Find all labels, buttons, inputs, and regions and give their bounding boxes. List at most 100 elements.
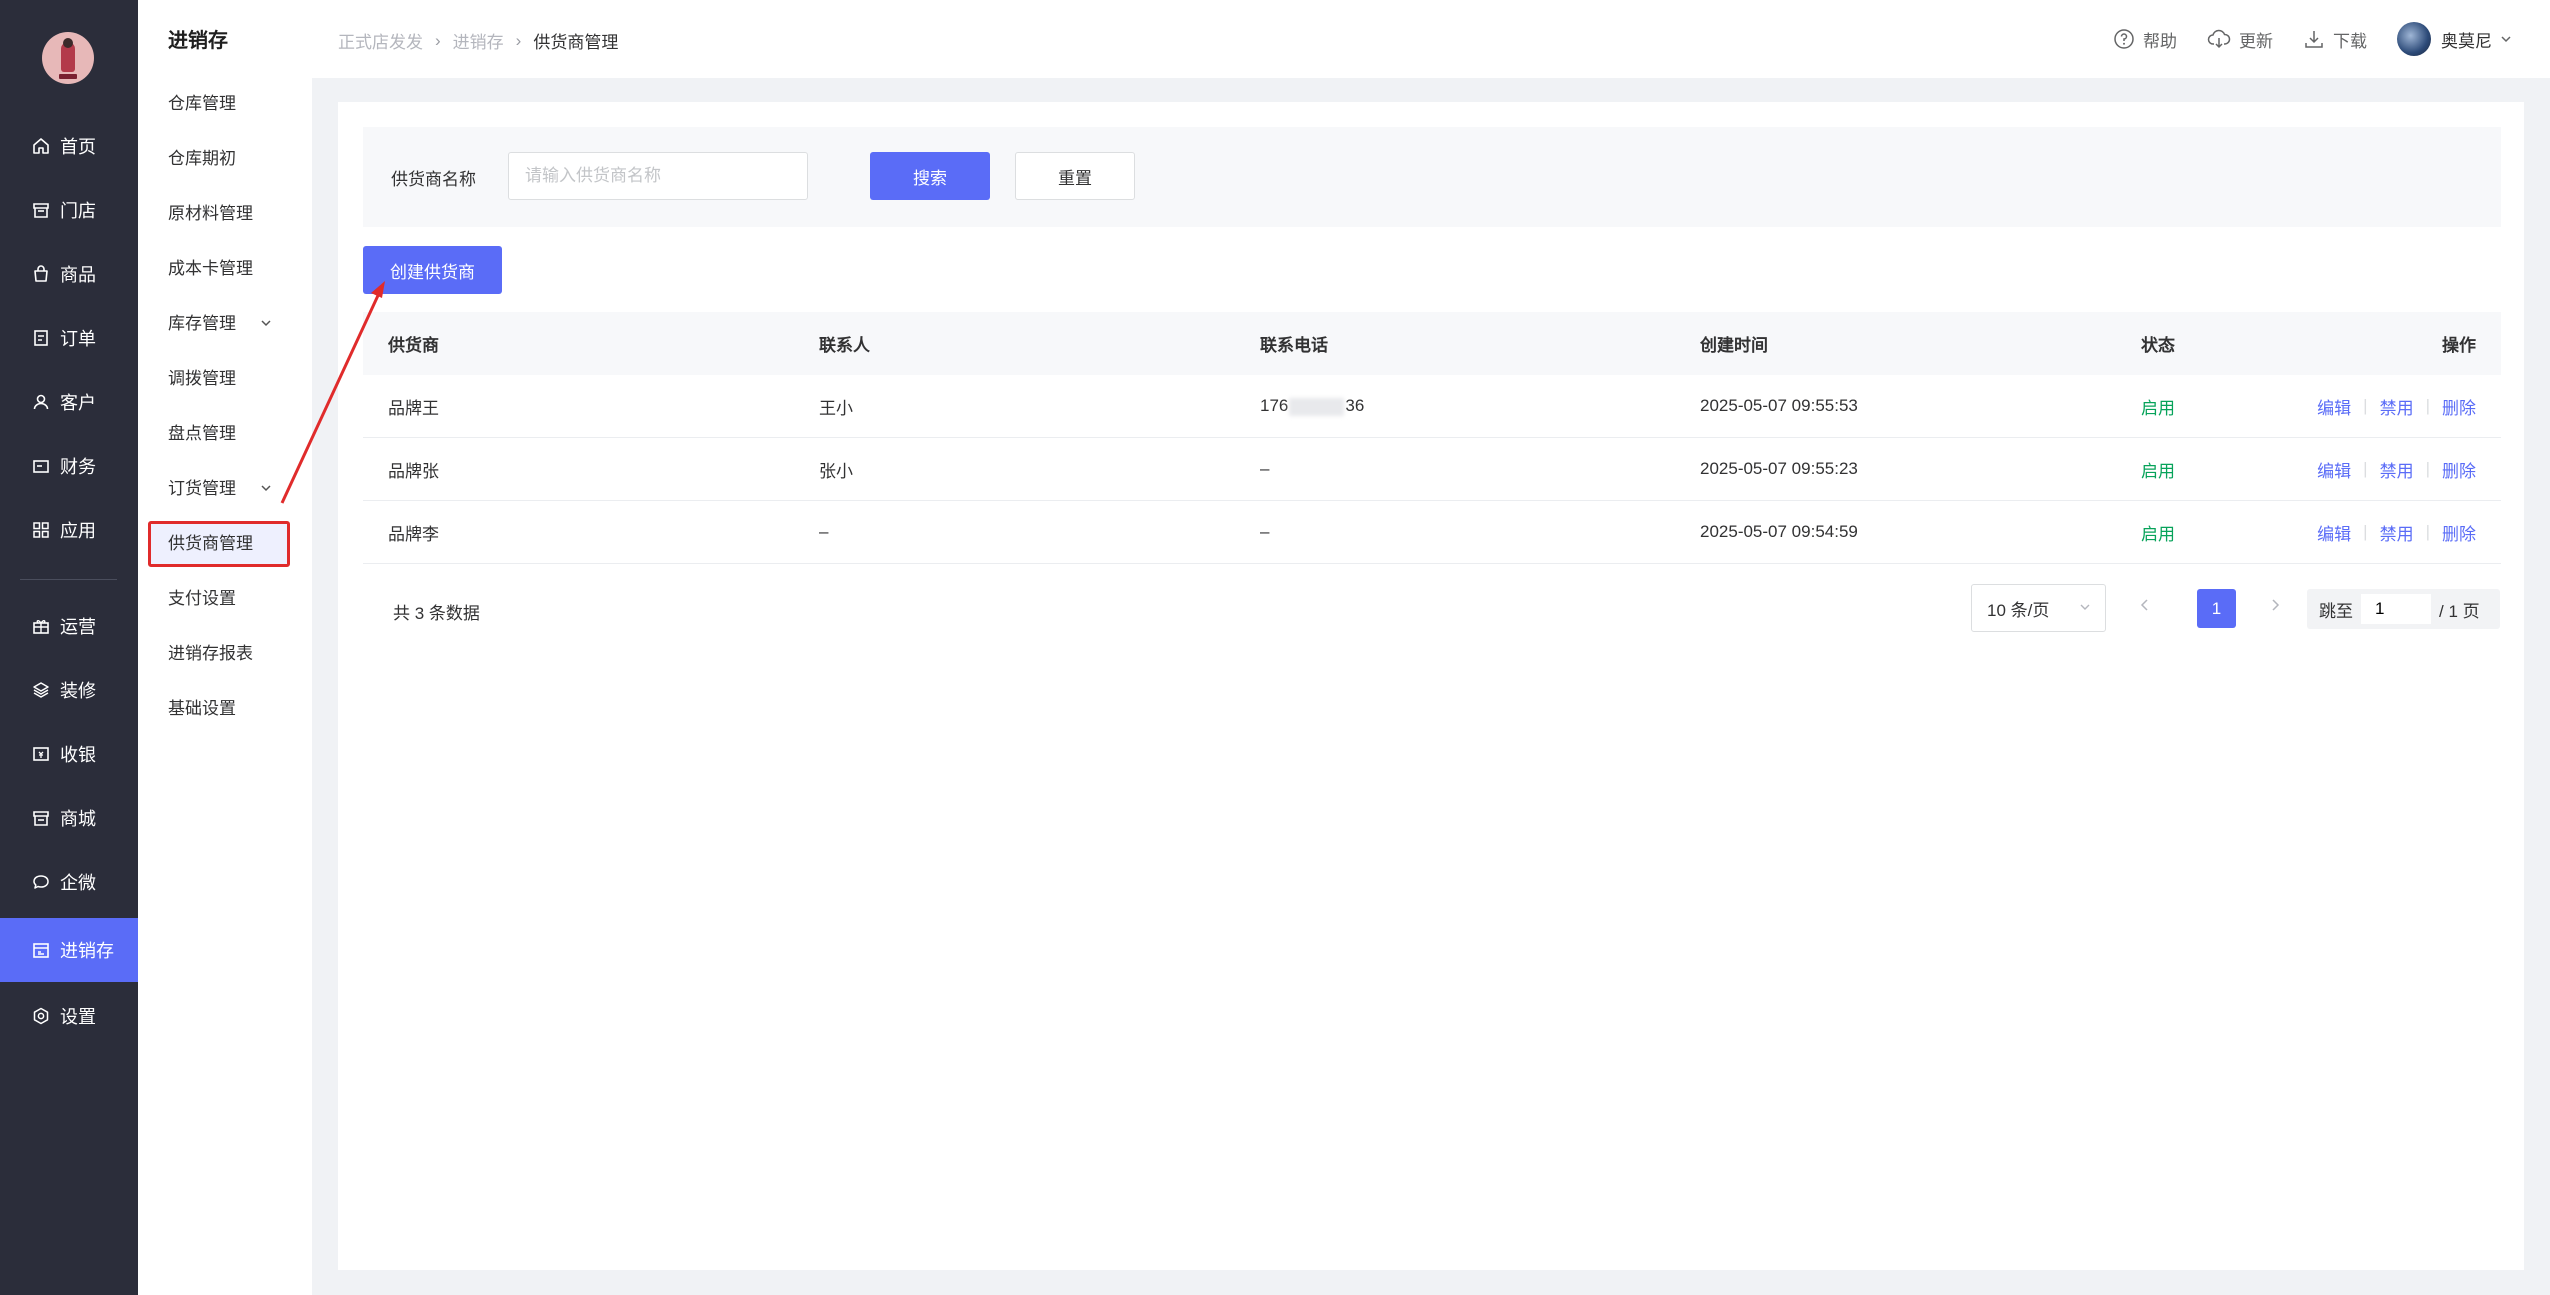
sidebar-item-warehouse-opening[interactable]: 仓库期初 [168, 144, 236, 174]
bag-icon [30, 263, 52, 285]
brand-logo[interactable] [42, 32, 94, 84]
disable-link[interactable]: 禁用 [2380, 520, 2414, 545]
chevron-right-icon: › [435, 30, 441, 50]
update-button[interactable]: 更新 [2207, 27, 2273, 52]
cell-phone: – [1260, 459, 1270, 478]
nav-item-label: 客户 [60, 393, 96, 413]
search-button[interactable]: 搜索 [870, 152, 990, 200]
nav-item-settings[interactable]: 设置 [0, 984, 138, 1048]
cloud-update-icon [2207, 29, 2231, 49]
row-actions: 编辑 | 禁用 | 删除 [2317, 520, 2476, 545]
sidebar-item-cost-card[interactable]: 成本卡管理 [168, 254, 253, 284]
download-button[interactable]: 下载 [2303, 27, 2367, 52]
delete-link[interactable]: 删除 [2442, 457, 2476, 482]
chat-icon [30, 871, 52, 893]
nav-item-cashier[interactable]: 收银 [0, 722, 138, 786]
sidebar-item-reports[interactable]: 进销存报表 [168, 639, 253, 669]
sidebar-item-transfer[interactable]: 调拨管理 [168, 364, 236, 394]
breadcrumb-item[interactable]: 正式店发发 [338, 28, 423, 53]
sidebar-item-label: 订货管理 [168, 479, 236, 498]
settings-icon [30, 1005, 52, 1027]
page-number-current[interactable]: 1 [2197, 589, 2236, 628]
cell-created: 2025-05-07 09:54:59 [1700, 522, 1858, 541]
nav-item-label: 企微 [60, 873, 96, 893]
nav-item-orders[interactable]: 订单 [0, 306, 138, 370]
jump-label: 跳至 [2319, 601, 2353, 621]
nav-item-inventory[interactable]: 进销存 [0, 918, 138, 982]
help-label: 帮助 [2143, 31, 2177, 51]
sidebar-item-materials[interactable]: 原材料管理 [168, 199, 253, 229]
chevron-down-icon [260, 474, 272, 504]
nav-item-operations[interactable]: 运营 [0, 594, 138, 658]
update-label: 更新 [2239, 31, 2273, 51]
sidebar-item-warehouse[interactable]: 仓库管理 [168, 89, 236, 119]
cell-phone: 176 36 [1260, 396, 1364, 416]
sidebar-item-purchase-order[interactable]: 订货管理 [168, 474, 278, 504]
cell-created: 2025-05-07 09:55:23 [1700, 459, 1858, 478]
disable-link[interactable]: 禁用 [2380, 394, 2414, 419]
jump-page-input[interactable] [2361, 594, 2431, 624]
supplier-table: 供货商 联系人 联系电话 创建时间 状态 操作 品牌王 王小 176 36 202… [363, 312, 2501, 564]
phone-suffix: 36 [1345, 396, 1365, 415]
cell-supplier: 品牌张 [388, 461, 439, 481]
sidebar-item-payment[interactable]: 支付设置 [168, 584, 236, 614]
nav-item-goods[interactable]: 商品 [0, 242, 138, 306]
top-bar: 正式店发发 › 进销存 › 供货商管理 帮助 更新 下载 奥莫尼 [312, 0, 2550, 78]
nav-item-store[interactable]: 门店 [0, 178, 138, 242]
reset-button[interactable]: 重置 [1015, 152, 1135, 200]
top-actions: 帮助 更新 下载 奥莫尼 [2083, 22, 2520, 56]
user-menu[interactable]: 奥莫尼 [2397, 22, 2520, 56]
page-size-select[interactable]: 10 条/页 [1971, 584, 2106, 632]
wallet-icon [30, 455, 52, 477]
disable-link[interactable]: 禁用 [2380, 457, 2414, 482]
sidebar-item-stock[interactable]: 库存管理 [168, 309, 278, 339]
gift-icon [30, 615, 52, 637]
download-label: 下载 [2333, 31, 2367, 51]
nav-item-customers[interactable]: 客户 [0, 370, 138, 434]
create-supplier-button[interactable]: 创建供货商 [363, 246, 502, 294]
chevron-down-icon [2501, 36, 2511, 43]
cell-contact: 王小 [819, 398, 853, 418]
col-header-status: 状态 [2141, 336, 2175, 355]
nav-item-wecom[interactable]: 企微 [0, 850, 138, 914]
action-divider: | [2363, 459, 2368, 478]
nav-item-label: 财务 [60, 457, 96, 477]
table-row: 品牌张 张小 – 2025-05-07 09:55:23 启用 编辑 | 禁用 … [363, 438, 2501, 501]
sidebar-item-stocktake[interactable]: 盘点管理 [168, 419, 236, 449]
next-page-icon[interactable] [2269, 596, 2281, 617]
nav-item-home[interactable]: 首页 [0, 114, 138, 178]
total-pages: / 1 页 [2439, 601, 2480, 621]
status-badge: 启用 [2141, 461, 2175, 481]
user-icon [30, 391, 52, 413]
cell-supplier: 品牌李 [388, 524, 439, 544]
help-button[interactable]: 帮助 [2113, 27, 2177, 52]
breadcrumb-item[interactable]: 进销存 [453, 28, 504, 53]
nav-item-label: 首页 [60, 137, 96, 157]
nav-item-decoration[interactable]: 装修 [0, 658, 138, 722]
col-header-supplier: 供货商 [388, 336, 439, 355]
table-row: 品牌王 王小 176 36 2025-05-07 09:55:53 启用 编辑 |… [363, 375, 2501, 438]
edit-link[interactable]: 编辑 [2317, 394, 2351, 419]
nav-item-label: 商品 [60, 265, 96, 285]
pagination: 10 条/页 1 跳至 / 1 页 [363, 584, 2501, 634]
nav-item-mall[interactable]: 商城 [0, 786, 138, 850]
col-header-contact: 联系人 [819, 336, 870, 355]
prev-page-icon[interactable] [2139, 596, 2151, 617]
edit-link[interactable]: 编辑 [2317, 520, 2351, 545]
delete-link[interactable]: 删除 [2442, 394, 2476, 419]
main-nav: 首页 门店 商品 订单 客户 财务 应用 运营 装修 收银 商城 企微 进销存 … [0, 0, 138, 1295]
sidebar-item-basic-settings[interactable]: 基础设置 [168, 694, 236, 724]
action-divider: | [2363, 396, 2368, 415]
chevron-down-icon [2079, 601, 2091, 616]
sidebar-item-suppliers[interactable]: 供货商管理 [168, 529, 253, 559]
nav-item-label: 收银 [60, 745, 96, 765]
edit-link[interactable]: 编辑 [2317, 457, 2351, 482]
nav-item-apps[interactable]: 应用 [0, 498, 138, 562]
row-actions: 编辑 | 禁用 | 删除 [2317, 457, 2476, 482]
nav-item-label: 商城 [60, 809, 96, 829]
nav-item-finance[interactable]: 财务 [0, 434, 138, 498]
nav-item-label: 订单 [60, 329, 96, 349]
delete-link[interactable]: 删除 [2442, 520, 2476, 545]
apps-icon [30, 519, 52, 541]
supplier-name-input[interactable] [508, 152, 808, 200]
